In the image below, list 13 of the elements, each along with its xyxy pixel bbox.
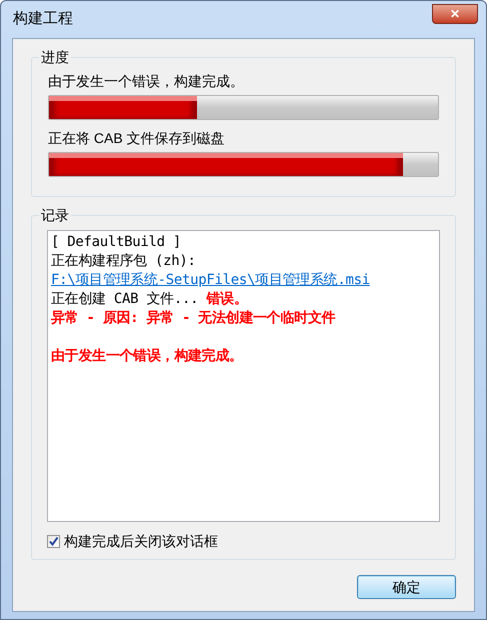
checkbox[interactable] [47, 535, 60, 548]
file-link[interactable]: F:\项目管理系统-SetupFiles\项目管理系统.msi [51, 272, 370, 288]
progress-label: 正在将 CAB 文件保存到磁盘 [48, 129, 226, 147]
progress-label: 由于发生一个错误，构建完成。 [48, 72, 245, 90]
checkbox-label: 构建完成后关闭该对话框 [64, 532, 218, 551]
log-line: 正在构建程序包 (zh): F:\项目管理系统-SetupFiles\项目管理系统.msi [51, 252, 371, 290]
log-line: [ DefaultBuild ] [51, 233, 182, 252]
window-title: 构建工程 [13, 9, 73, 30]
log-line: 异常 - 原因: 异常 - 无法创建一个临时文件 [51, 309, 336, 328]
log-textbox[interactable]: [ DefaultBuild ] 正在构建程序包 (zh): F:\项目管理系统-SetupFiles\项目管理系统.msi 正在创建 CAB 文件... 错误。 异常 - 原因: 异常 - 无法创建一个临时文件 由于发生一个错误，构建完成。 [47, 230, 440, 522]
log-line: 正在创建 CAB 文件... 错误。 [51, 290, 248, 309]
ok-button[interactable]: 确定 [357, 575, 456, 599]
log-line: 由于发生一个错误，构建完成。 [51, 347, 244, 366]
